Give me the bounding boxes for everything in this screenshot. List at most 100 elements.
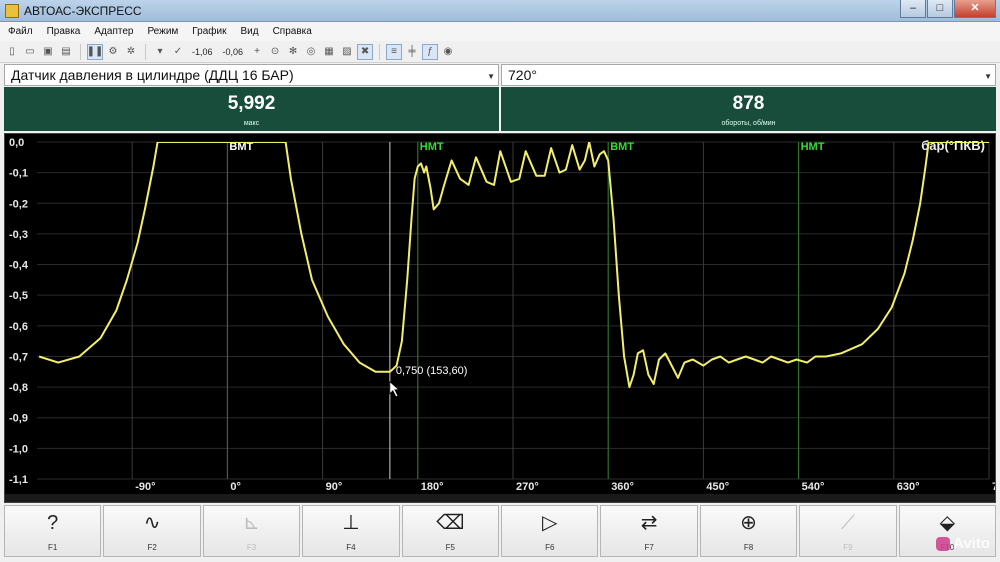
image-icon[interactable]: ▨ bbox=[339, 44, 355, 60]
f2-button[interactable]: ∿ F2 bbox=[103, 505, 201, 557]
shift-icon: ⇄ bbox=[640, 512, 658, 534]
marker-label: ВМТ bbox=[610, 141, 634, 153]
f1-label: F1 bbox=[48, 543, 58, 552]
f9-button[interactable]: ⟋ F9 bbox=[799, 505, 897, 557]
range-select[interactable]: 720° ▼ bbox=[501, 64, 996, 86]
toolbar-separator bbox=[80, 43, 81, 60]
f8-label: F8 bbox=[743, 543, 754, 552]
rpm-readout: 878 обороты, об/мин bbox=[501, 87, 996, 131]
y-tick-label: -1,1 bbox=[9, 474, 28, 486]
minimize-button[interactable]: – bbox=[900, 0, 926, 18]
y-tick-label: -0,3 bbox=[9, 229, 28, 241]
menu-view[interactable]: Вид bbox=[240, 26, 258, 37]
save-icon[interactable]: ▣ bbox=[40, 44, 56, 60]
f4-button[interactable]: ⊥ F4 bbox=[302, 505, 400, 557]
f7-button[interactable]: ⇄ F7 bbox=[600, 505, 698, 557]
x-tick-label: 720° bbox=[992, 481, 995, 493]
range-select-value: 720° bbox=[508, 67, 537, 83]
y-tick-label: -0,1 bbox=[9, 168, 28, 180]
y-tick-label: -0,2 bbox=[9, 198, 28, 210]
menu-help[interactable]: Справка bbox=[273, 26, 312, 37]
pause-icon[interactable]: ❚❚ bbox=[87, 43, 103, 60]
new-file-icon[interactable]: ▯ bbox=[4, 44, 20, 60]
menu-mode[interactable]: Режим bbox=[147, 26, 178, 37]
cursor-readout-label: 0,750 (153,60) bbox=[396, 365, 468, 377]
compress-icon[interactable]: ✖ bbox=[357, 43, 374, 60]
maximize-button[interactable]: □ bbox=[927, 0, 953, 18]
watermark-logo-icon bbox=[936, 537, 951, 552]
marker-label: НМТ bbox=[801, 141, 825, 153]
app-window: АВТОАС-ЭКСПРЕСС – □ ✕ Файл Правка Адапте… bbox=[0, 0, 1000, 562]
sensor-select[interactable]: Датчик давления в цилиндре (ДДЦ 16 БАР) … bbox=[4, 64, 499, 86]
f8-button[interactable]: ⊕ F8 bbox=[699, 505, 798, 557]
eraser-icon: ⌫ bbox=[436, 512, 465, 534]
gear-icon[interactable]: ✻ bbox=[285, 44, 301, 60]
checkmark-icon[interactable]: ✓ bbox=[170, 44, 186, 60]
close-button[interactable]: ✕ bbox=[954, 0, 996, 18]
x-tick-label: 630° bbox=[897, 481, 920, 493]
chart-scrollbar bbox=[5, 494, 995, 502]
settings-icon[interactable]: ✲ bbox=[123, 44, 139, 60]
title-bar: АВТОАС-ЭКСПРЕСС – □ ✕ bbox=[0, 0, 1000, 22]
f4-label: F4 bbox=[346, 543, 356, 552]
unit-label: бар(°ПКВ) bbox=[921, 138, 985, 153]
chevron-down-icon: ▼ bbox=[487, 72, 495, 81]
toolbar: ▯ ▭ ▣ ▤ ❚❚ ⚙ ✲ ▾ ✓ -1,06 -0,06 + ⊙ ✻ ◎ ▦… bbox=[0, 41, 1000, 63]
window-controls: – □ ✕ bbox=[900, 0, 996, 18]
help-icon: ? bbox=[47, 512, 59, 534]
max-pressure-value: 5,992 bbox=[227, 93, 276, 114]
y-axis-icon: ⊥ bbox=[342, 512, 360, 534]
toolbar-separator bbox=[145, 43, 146, 60]
x-tick-label: 180° bbox=[421, 481, 444, 493]
sensor-select-value: Датчик давления в цилиндре (ДДЦ 16 БАР) bbox=[11, 67, 294, 83]
export-icon[interactable]: ▦ bbox=[321, 44, 337, 60]
x-tick-label: 450° bbox=[706, 481, 729, 493]
x-tick-label: 270° bbox=[516, 481, 539, 493]
watermark-text: Avito bbox=[953, 535, 990, 552]
info-icon[interactable]: ◉ bbox=[440, 44, 456, 60]
y-tick-label: 0,0 bbox=[9, 137, 24, 149]
slope-icon: ⟋ bbox=[840, 512, 855, 534]
f6-button[interactable]: ▷ F6 bbox=[501, 505, 599, 557]
scale-icon[interactable]: ≡ bbox=[386, 43, 403, 60]
x-tick-label: 360° bbox=[611, 481, 634, 493]
y-tick-label: -1,0 bbox=[9, 443, 28, 455]
toolbar-separator bbox=[379, 43, 381, 60]
f7-label: F7 bbox=[644, 543, 654, 552]
chart-svg[interactable]: 0,0 -0,1 -0,2 -0,3 -0,4 -0,5 -0,6 -0,7 -0,8 -0,9 -… bbox=[5, 134, 995, 502]
mouse-pointer-icon bbox=[389, 380, 400, 398]
menu-bar: Файл Правка Адаптер Режим График Вид Спр… bbox=[0, 22, 1000, 41]
chevron-down-icon: ▼ bbox=[984, 72, 992, 81]
menu-file[interactable]: Файл bbox=[8, 26, 33, 37]
grid-icon[interactable]: ╪ bbox=[404, 44, 420, 60]
crosshair-small-icon[interactable]: + bbox=[249, 44, 265, 60]
crosshair-icon: ⊕ bbox=[740, 512, 757, 534]
open-folder-icon[interactable]: ▭ bbox=[22, 44, 38, 60]
f5-button[interactable]: ⌫ F5 bbox=[401, 505, 500, 557]
zoom-icon[interactable]: ⊙ bbox=[267, 44, 283, 60]
save-as-icon[interactable]: ▤ bbox=[58, 44, 74, 60]
f1-button[interactable]: ? F1 bbox=[4, 505, 102, 557]
f3-button[interactable]: ⊾ F3 bbox=[202, 505, 301, 557]
readout-panel: 5,992 макс 878 обороты, об/мин bbox=[4, 87, 996, 131]
selector-row: Датчик давления в цилиндре (ДДЦ 16 БАР) … bbox=[4, 64, 996, 86]
target-icon[interactable]: ◎ bbox=[303, 44, 319, 60]
y-tick-label: -0,5 bbox=[9, 290, 28, 302]
menu-adapter[interactable]: Адаптер bbox=[94, 26, 133, 37]
pressure-chart[interactable]: 0,0 -0,1 -0,2 -0,3 -0,4 -0,5 -0,6 -0,7 -0,8 -0,9 -… bbox=[4, 133, 996, 503]
f5-label: F5 bbox=[445, 543, 455, 552]
toolbar-value-2: -0,06 bbox=[222, 46, 244, 57]
function-key-bar: ?F1 ∿F2 ⊾F3 ⊥F4 ⌫F5 ▷F6 ⇄F7 ⊕F8 ⟋F9 ⬙F10 bbox=[4, 505, 997, 557]
f9-label: F9 bbox=[843, 543, 853, 552]
y-tick-label: -0,7 bbox=[9, 351, 28, 363]
marker-label: НМТ bbox=[420, 141, 444, 153]
menu-edit[interactable]: Правка bbox=[47, 26, 81, 37]
exit-icon: ⬙ bbox=[939, 512, 956, 534]
adapter-icon[interactable]: ⚙ bbox=[105, 44, 121, 60]
function-icon[interactable]: ƒ bbox=[422, 43, 439, 60]
x-tick-label: -90° bbox=[135, 481, 155, 493]
menu-graph[interactable]: График bbox=[192, 26, 226, 37]
dropdown-icon[interactable]: ▾ bbox=[152, 44, 168, 60]
rpm-label: обороты, об/мин bbox=[721, 120, 776, 127]
max-pressure-label: макс bbox=[243, 120, 260, 127]
